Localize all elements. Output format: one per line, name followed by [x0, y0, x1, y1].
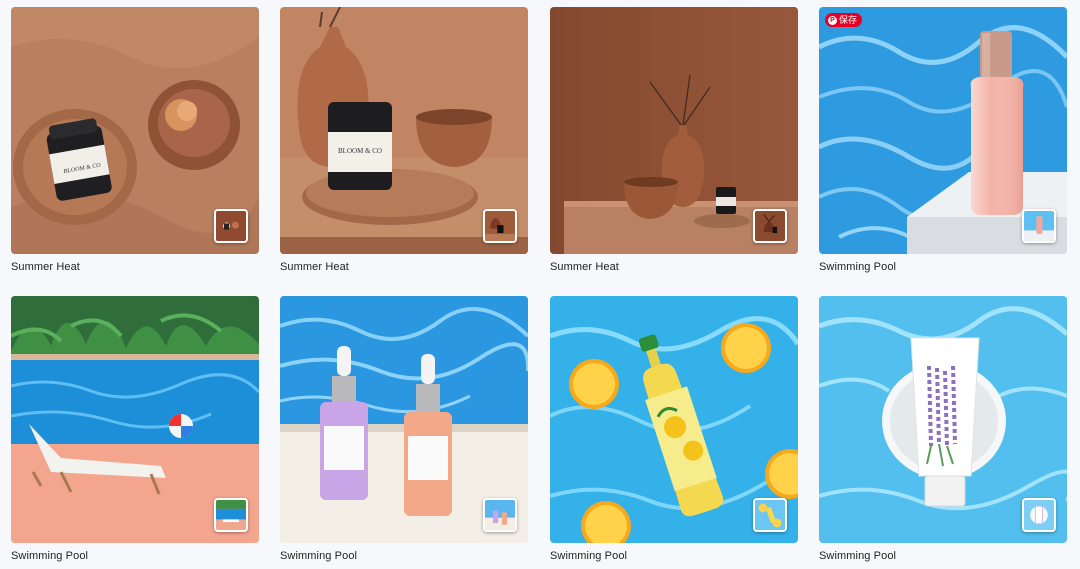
pin-caption[interactable]: Swimming Pool: [11, 549, 259, 563]
pin-caption[interactable]: Swimming Pool: [819, 260, 1067, 274]
pin-caption[interactable]: Summer Heat: [550, 260, 798, 274]
pin-card[interactable]: Swimming Pool: [819, 296, 1067, 563]
pin-card[interactable]: Swimming Pool: [11, 296, 259, 563]
pin-caption[interactable]: Swimming Pool: [280, 549, 528, 563]
thumbnail-preview-icon[interactable]: [214, 209, 248, 243]
pin-card[interactable]: BLOOM & CO Summer Heat: [280, 7, 528, 274]
thumbnail-preview-icon[interactable]: [483, 209, 517, 243]
pin-card[interactable]: Swimming Pool: [280, 296, 528, 563]
pin-image[interactable]: P 保存: [819, 7, 1067, 254]
jar-label-text: BLOOM & CO: [338, 147, 382, 155]
pin-card[interactable]: Swimming Pool: [550, 296, 798, 563]
thumbnail-preview-icon[interactable]: [483, 498, 517, 532]
thumbnail-preview-icon[interactable]: [1022, 498, 1056, 532]
pin-caption[interactable]: Summer Heat: [280, 260, 528, 274]
pin-caption[interactable]: Swimming Pool: [550, 549, 798, 563]
thumbnail-preview-icon[interactable]: [214, 498, 248, 532]
thumbnail-preview-icon[interactable]: [753, 209, 787, 243]
pin-image[interactable]: [550, 296, 798, 543]
pin-image[interactable]: [11, 296, 259, 543]
pin-image[interactable]: [819, 296, 1067, 543]
pin-card[interactable]: BLOOM & CO Summer Heat: [11, 7, 259, 274]
pin-card[interactable]: Summer Heat: [550, 7, 798, 274]
pin-image[interactable]: [280, 296, 528, 543]
save-button[interactable]: P 保存: [825, 13, 863, 27]
thumbnail-preview-icon[interactable]: [753, 498, 787, 532]
pin-card[interactable]: P 保存 Swimming Pool: [819, 7, 1067, 274]
pinterest-logo-icon: P: [828, 15, 837, 25]
pin-image[interactable]: [550, 7, 798, 254]
save-label: 保存: [839, 15, 858, 25]
pin-caption[interactable]: Summer Heat: [11, 260, 259, 274]
thumbnail-preview-icon[interactable]: [1022, 209, 1056, 243]
pin-image[interactable]: BLOOM & CO: [280, 7, 528, 254]
pin-caption[interactable]: Swimming Pool: [819, 549, 1067, 563]
pin-image[interactable]: BLOOM & CO: [11, 7, 259, 254]
